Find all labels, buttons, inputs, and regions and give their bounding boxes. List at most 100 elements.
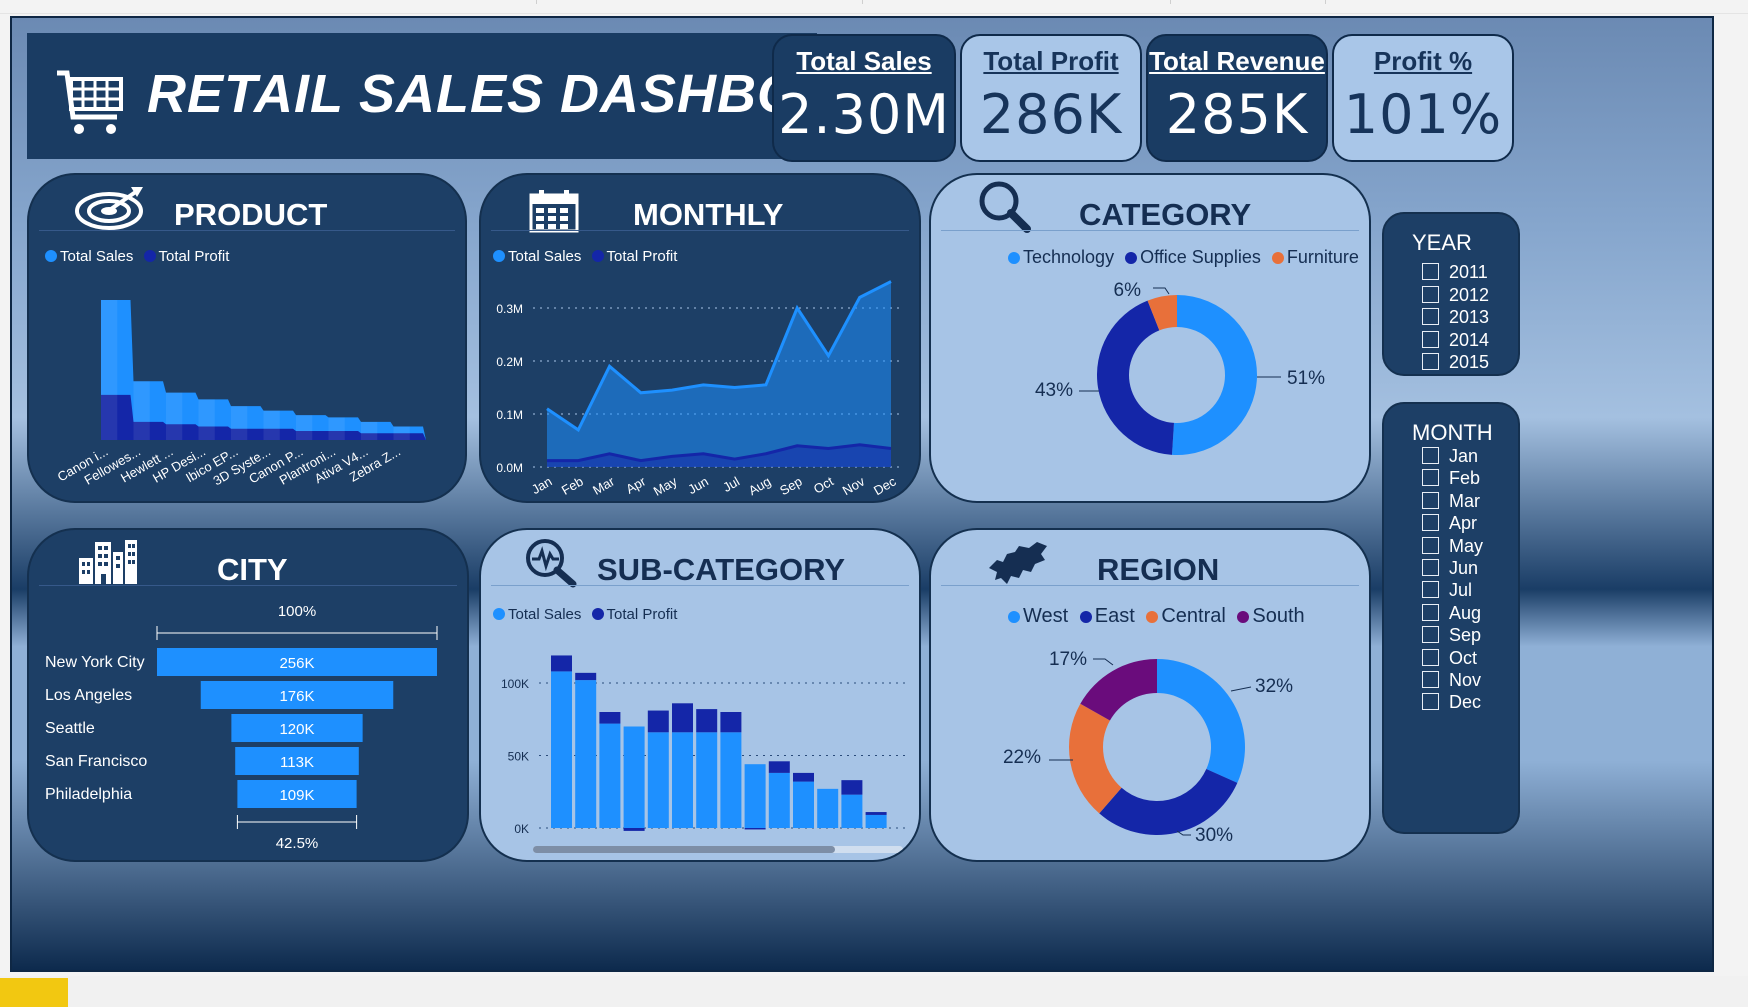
legend-item-profit[interactable]: Total Profit xyxy=(143,248,229,265)
funnel-value-label: 109K xyxy=(279,787,314,804)
slicer-option-2013[interactable]: 2013 xyxy=(1422,307,1489,328)
legend-item-profit[interactable]: Total Profit xyxy=(591,606,678,623)
x-tick-label: Nov xyxy=(840,473,868,498)
y-tick-label: 100K xyxy=(501,677,529,691)
monthly-chart[interactable]: 0.0M 0.1M 0.2M 0.3M Jan Feb Mar Apr May Jun Jul Aug… xyxy=(481,270,919,501)
kpi-card-total-profit[interactable]: Total Profit 286K xyxy=(960,34,1142,162)
checkbox[interactable] xyxy=(1422,626,1439,644)
slicer-option-may[interactable]: May xyxy=(1422,536,1483,557)
slicer-option-mar[interactable]: Mar xyxy=(1422,491,1480,512)
sales-bar-highlight xyxy=(101,300,118,440)
subcategory-chart[interactable]: 0K 50K 100K xyxy=(481,625,919,860)
sales-bar xyxy=(720,732,742,828)
slicer-option-dec[interactable]: Dec xyxy=(1422,692,1481,713)
x-tick-label: May xyxy=(651,473,680,499)
page-tab-marker[interactable] xyxy=(0,978,68,1007)
slicer-option-jun[interactable]: Jun xyxy=(1422,558,1478,579)
slicer-option-feb[interactable]: Feb xyxy=(1422,468,1480,489)
region-donut-chart[interactable]: 32% 30% 22% 17% xyxy=(931,625,1369,860)
sales-area xyxy=(547,281,891,467)
year-slicer[interactable]: YEAR 2011 2012 2013 2014 2015 xyxy=(1382,212,1520,376)
checkbox[interactable] xyxy=(1422,536,1439,554)
sales-bar xyxy=(599,723,621,828)
calendar-icon xyxy=(529,190,579,233)
legend-label: Total Profit xyxy=(606,606,678,623)
checkbox[interactable] xyxy=(1422,285,1439,303)
legend-item-east[interactable]: East xyxy=(1079,605,1135,627)
slicer-option-oct[interactable]: Oct xyxy=(1422,648,1477,669)
checkbox[interactable] xyxy=(1422,603,1439,621)
x-tick-label: Apr xyxy=(623,473,649,496)
slicer-option-jul[interactable]: Jul xyxy=(1422,580,1472,601)
legend-item-sales[interactable]: Total Sales xyxy=(45,248,133,265)
region-panel[interactable]: REGION West East Central South 32% 30% 22%… xyxy=(929,528,1371,862)
slicer-option-label: 2012 xyxy=(1449,284,1490,305)
checkbox[interactable] xyxy=(1422,263,1439,280)
slicer-option-aug[interactable]: Aug xyxy=(1422,603,1481,624)
funnel-value-label: 120K xyxy=(279,721,314,738)
legend-item-furniture[interactable]: Furniture xyxy=(1271,247,1359,267)
product-chart[interactable]: Canon i...Fellowes...Hewlett ...HP Desi.… xyxy=(29,270,465,501)
legend-item-technology[interactable]: Technology xyxy=(1008,247,1114,267)
legend-dot xyxy=(1125,252,1138,264)
checkbox[interactable] xyxy=(1422,447,1439,464)
checkbox[interactable] xyxy=(1422,671,1439,688)
product-panel[interactable]: PRODUCT Total Sales Total Profit Canon i… xyxy=(27,173,467,503)
city-funnel-chart[interactable]: 100% 256K New York City 176K Los Angeles 120K… xyxy=(29,590,467,860)
checkbox[interactable] xyxy=(1422,648,1439,666)
slicer-option-2012[interactable]: 2012 xyxy=(1422,285,1489,306)
legend-item-south[interactable]: South xyxy=(1237,605,1305,627)
kpi-card-profit-percent[interactable]: Profit % 101% xyxy=(1332,34,1514,162)
legend-item-profit[interactable]: Total Profit xyxy=(591,248,677,265)
month-slicer[interactable]: MONTH Jan Feb Mar Apr May Jun Jul Aug Sep Oct Nov D… xyxy=(1382,402,1520,834)
profit-bar xyxy=(696,709,718,733)
legend-dot xyxy=(1271,252,1284,264)
legend-item-sales[interactable]: Total Sales xyxy=(493,248,581,265)
legend-item-central[interactable]: Central xyxy=(1146,605,1226,627)
city-panel[interactable]: CITY 100% 256K New York City 176K Los Angele… xyxy=(27,528,469,862)
y-tick-label: 50K xyxy=(508,750,529,764)
slicer-option-label: Feb xyxy=(1449,468,1481,489)
data-label: 51% xyxy=(1287,368,1325,389)
kpi-card-total-sales[interactable]: Total Sales 2.30M xyxy=(772,34,956,162)
legend-label: Office Supplies xyxy=(1140,247,1261,267)
legend-item-office-supplies[interactable]: Office Supplies xyxy=(1125,247,1261,267)
checkbox[interactable] xyxy=(1422,491,1439,509)
checkbox[interactable] xyxy=(1422,693,1439,711)
slicer-option-2014[interactable]: 2014 xyxy=(1422,330,1489,351)
checkbox[interactable] xyxy=(1422,353,1439,370)
slicer-option-apr[interactable]: Apr xyxy=(1422,513,1477,534)
category-panel[interactable]: CATEGORY Technology Office Supplies Furn… xyxy=(929,173,1371,503)
y-tick-label: 0K xyxy=(514,822,529,836)
data-label: 6% xyxy=(1114,280,1142,301)
subcategory-panel[interactable]: SUB-CATEGORY Total Sales Total Profit 0K… xyxy=(479,528,921,862)
checkbox[interactable] xyxy=(1422,514,1439,532)
checkbox[interactable] xyxy=(1422,308,1439,325)
legend-label: West xyxy=(1023,605,1069,627)
monthly-panel[interactable]: MONTHLY Total Sales Total Profit 0.0M 0.1… xyxy=(479,173,921,503)
kpi-label: Total Sales xyxy=(796,46,932,76)
x-tick-label: Mar xyxy=(590,473,617,498)
slicer-option-sep[interactable]: Sep xyxy=(1422,625,1481,646)
profit-bar xyxy=(768,761,790,773)
horizontal-scrollbar-thumb[interactable] xyxy=(533,846,835,853)
slicer-option-jan[interactable]: Jan xyxy=(1422,446,1478,467)
checkbox[interactable] xyxy=(1422,330,1439,348)
kpi-card-total-revenue[interactable]: Total Revenue 285K xyxy=(1146,34,1328,162)
category-donut-chart[interactable]: 51% 43% 6% xyxy=(931,270,1369,501)
legend-item-sales[interactable]: Total Sales xyxy=(493,606,581,623)
legend-label: Total Sales xyxy=(60,248,134,265)
slicer-option-nov[interactable]: Nov xyxy=(1422,670,1481,691)
profit-bar xyxy=(793,772,814,782)
checkbox[interactable] xyxy=(1422,581,1439,599)
slicer-option-2015[interactable]: 2015 xyxy=(1422,352,1489,373)
sales-bar-highlight xyxy=(393,426,410,440)
x-tick-label: Feb xyxy=(559,474,586,498)
kpi-label: Profit % xyxy=(1373,46,1473,76)
checkbox[interactable] xyxy=(1422,469,1439,487)
sales-bar xyxy=(623,726,645,828)
legend-item-west[interactable]: West xyxy=(1008,605,1068,627)
checkbox[interactable] xyxy=(1422,559,1439,576)
legend-dot xyxy=(591,250,604,262)
slicer-option-2011[interactable]: 2011 xyxy=(1422,262,1488,283)
